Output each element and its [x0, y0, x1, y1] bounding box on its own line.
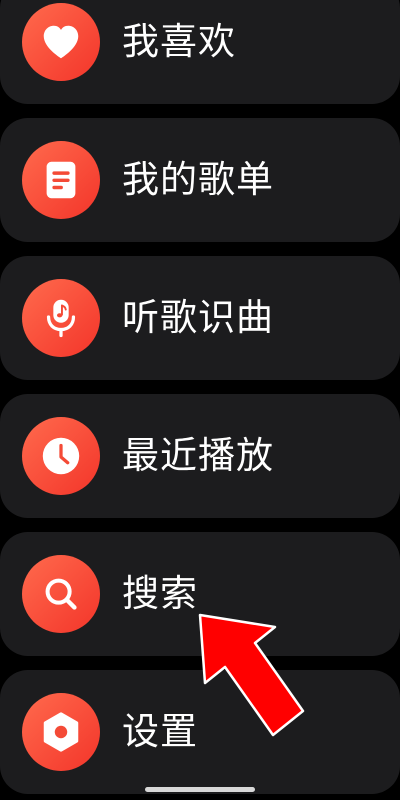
hexagon-gear-icon [22, 693, 100, 771]
home-indicator[interactable] [145, 787, 255, 792]
watch-music-menu-screen: 我喜欢 我的歌单 听歌识曲 最近播放 搜索 设置 [0, 0, 400, 800]
menu-item-favorites[interactable]: 我喜欢 [0, 0, 400, 104]
playlist-document-icon [22, 141, 100, 219]
menu-item-settings[interactable]: 设置 [0, 670, 400, 794]
menu-item-label: 我的歌单 [122, 158, 274, 201]
menu-item-label: 我喜欢 [122, 20, 236, 63]
menu-item-label: 搜索 [122, 572, 198, 615]
menu-item-recently-played[interactable]: 最近播放 [0, 394, 400, 518]
microphone-music-note-icon [22, 279, 100, 357]
menu-item-label: 设置 [122, 710, 198, 753]
menu-item-my-playlists[interactable]: 我的歌单 [0, 118, 400, 242]
search-icon [22, 555, 100, 633]
clock-icon [22, 417, 100, 495]
menu-list: 我喜欢 我的歌单 听歌识曲 最近播放 搜索 设置 [0, 0, 400, 800]
menu-item-label: 最近播放 [122, 434, 274, 477]
menu-item-song-recognition[interactable]: 听歌识曲 [0, 256, 400, 380]
menu-item-search[interactable]: 搜索 [0, 532, 400, 656]
menu-item-label: 听歌识曲 [122, 296, 274, 339]
heart-icon [22, 3, 100, 81]
